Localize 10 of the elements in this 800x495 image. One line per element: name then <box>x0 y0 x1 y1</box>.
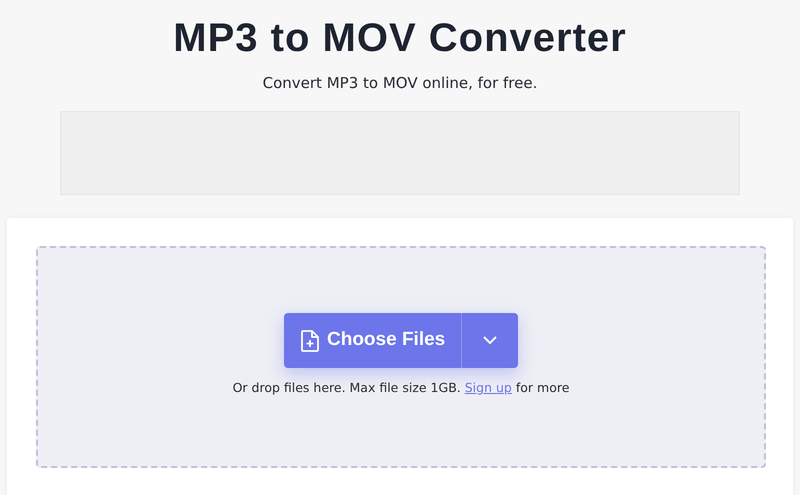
drop-hint: Or drop files here. Max file size 1GB. <box>232 379 461 397</box>
button-label: Choose Files <box>327 328 446 352</box>
sign-up-link[interactable]: Sign up <box>464 379 512 398</box>
page-subtitle: Convert MP3 to MOV online, for free. <box>262 73 538 93</box>
file-plus-icon <box>301 330 319 352</box>
page-title: MP3 to MOV Converter <box>173 15 627 62</box>
choose-files-button[interactable]: Choose Files <box>284 313 518 368</box>
drop-zone[interactable]: Choose Files Or drop files here. Max file size 1GB. Sign up for more <box>36 246 766 468</box>
chevron-down-icon[interactable] <box>483 336 497 345</box>
drop-hint-end: for more <box>516 379 570 397</box>
